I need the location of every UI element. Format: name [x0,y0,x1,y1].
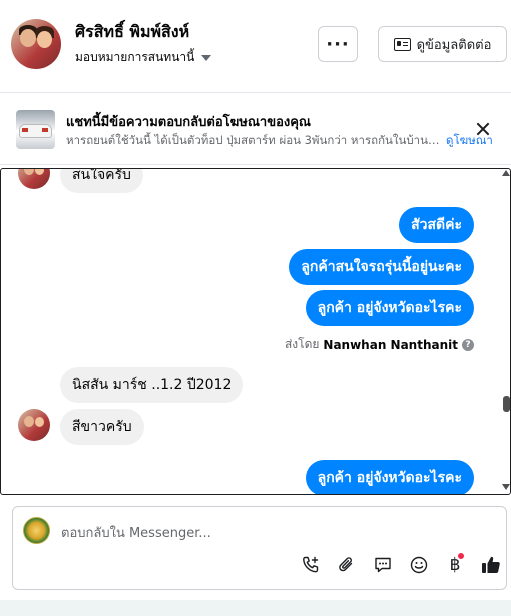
sent-by-prefix: ส่งโดย [284,337,320,351]
contact-avatar-small [18,169,50,189]
bottom-strip [0,600,511,616]
conversation-header: ศิรสิทธิ์ พิมพ์สิงห์ มอบหมายการสนทนานี้ … [0,0,511,93]
ad-banner-description: หารถยนต์ใช้วันนี้ ได้เป็นตัวท็อป ปุ่มสตา… [66,133,442,147]
ad-reply-banner: แชทนี้มีข้อความตอบกลับต่อโฆษณาของคุณ หาร… [0,93,511,165]
id-card-icon [393,37,411,51]
view-contact-button[interactable]: ดูข้อมูลติดต่อ [378,26,507,62]
ad-banner-title: แชทนี้มีข้อความตอบกลับต่อโฆษณาของคุณ [66,115,311,130]
notification-dot [457,552,465,560]
quick-reply-icon[interactable] [365,551,401,579]
outgoing-message: ลูกค้าสนใจรถรุ่นนี้อยู่นะคะ [289,249,474,285]
reply-composer: ตอบกลับใน Messenger... ฿ [12,506,507,590]
contact-avatar-small [18,409,50,441]
emoji-icon[interactable] [401,551,437,579]
scroll-up-arrow[interactable] [502,170,510,176]
incoming-message: นิสสัน มาร์ช ..1.2 ปี2012 [60,367,244,403]
assign-conversation-label: มอบหมายการสนทนานี้ [75,50,195,64]
sent-by-name: Nanwhan Nanthanit [323,337,458,352]
message-thread[interactable]: สนใจครับ สัวสดีค่ะ ลูกค้าสนใจรถรุ่นนี้อย… [0,168,511,495]
scrollbar-thumb[interactable] [503,396,510,412]
incoming-message: สีขาวครับ [60,409,144,445]
baht-icon[interactable]: ฿ [437,551,473,579]
caret-down-icon [201,54,212,61]
scroll-down-arrow[interactable] [502,484,510,490]
ad-thumbnail[interactable] [16,110,55,149]
contact-name[interactable]: ศิรสิทธิ์ พิมพ์สิงห์ [75,20,189,45]
composer-toolbar: ฿ [293,551,509,579]
close-icon[interactable] [471,117,495,141]
reply-input[interactable]: ตอบกลับใน Messenger... [61,522,211,543]
help-icon[interactable]: ? [462,338,474,351]
outgoing-message: ลูกค้า อยู่จังหวัดอะไรคะ [305,460,474,494]
outgoing-message: ลูกค้า อยู่จังหวัดอะไรคะ [305,290,474,326]
thumbs-up-icon[interactable] [473,551,509,579]
incoming-message: สนใจครับ [60,169,143,193]
page-logo-avatar [23,517,50,544]
phone-plus-icon[interactable] [293,551,329,579]
contact-avatar[interactable] [11,19,61,69]
view-contact-label: ดูข้อมูลติดต่อ [416,37,492,53]
more-options-button[interactable]: ··· [318,26,358,62]
assign-conversation-dropdown[interactable]: มอบหมายการสนทนานี้ [75,48,212,67]
sent-by-label: ส่งโดย Nanwhan Nanthanit ? [285,335,474,354]
paperclip-icon[interactable] [329,551,365,579]
outgoing-message: สัวสดีค่ะ [399,207,474,243]
